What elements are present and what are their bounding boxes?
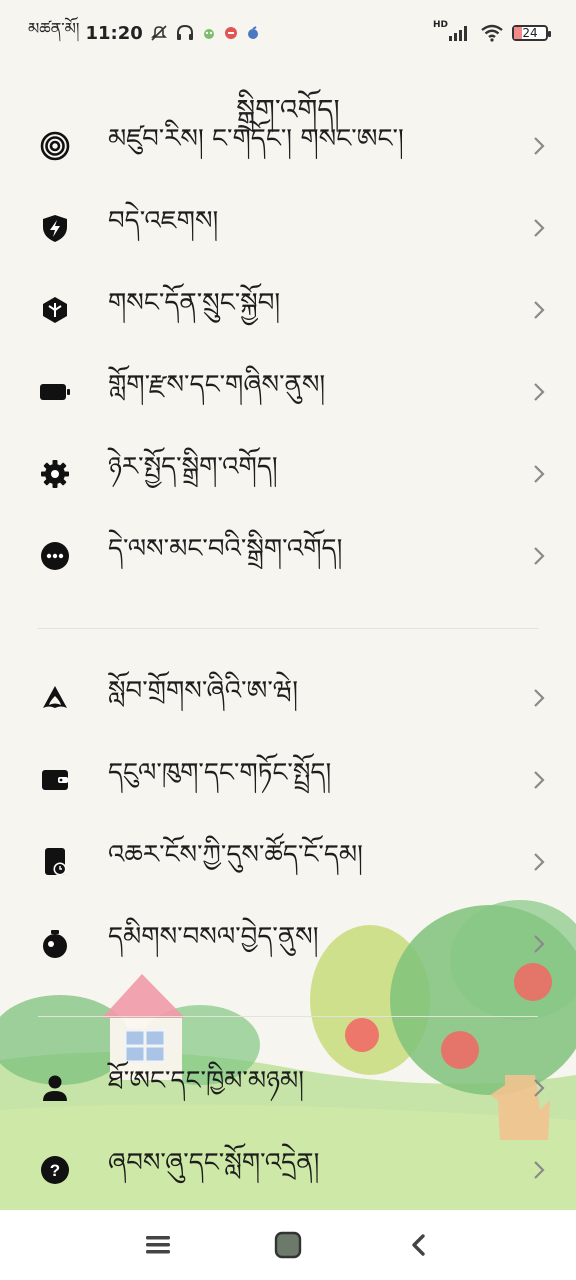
settings-item-label: འཆར་ངོས་ཀྱི་དུས་ཚོད་ངོ་དམ། <box>108 839 363 870</box>
app-notification-icon <box>203 29 214 39</box>
home-button[interactable] <box>273 1230 303 1260</box>
privacy-diamond-icon <box>38 293 72 327</box>
chevron-right-icon <box>534 219 545 237</box>
more-icon <box>38 539 72 573</box>
gear-icon <box>38 457 72 491</box>
settings-item-app-settings[interactable]: ཉེར་སྤྱོད་སྒྲིག་འགོད། <box>0 433 576 515</box>
settings-item-security[interactable]: བདེ་འཇགས། <box>0 187 576 269</box>
app-notification-icon <box>247 26 258 39</box>
wifi-icon <box>481 24 503 42</box>
battery-indicator: 24 <box>512 25 551 41</box>
battery-level-fill <box>514 27 522 39</box>
chevron-right-icon <box>534 1161 545 1179</box>
section-divider <box>38 1016 538 1017</box>
settings-item-battery[interactable]: གློག་རྫས་དང་གཞིས་ནུས། <box>0 351 576 433</box>
settings-item-help-feedback[interactable]: ? ཞབས་ཞུ་དང་སློག་འདྲེན། <box>0 1129 576 1211</box>
settings-item-privacy[interactable]: གསང་དོན་སྲུང་སྐྱོབ། <box>0 269 576 351</box>
help-icon: ? <box>38 1153 72 1187</box>
settings-item-label: བདེ་འཇགས། <box>108 205 219 236</box>
settings-item-label: ཐོ་ཨང་དང་ཁྱིམ་མཉམ། <box>108 1065 305 1096</box>
app-notification-icon <box>224 27 237 39</box>
shield-bolt-icon <box>38 211 72 245</box>
settings-item-label: གསང་དོན་སྲུང་སྐྱོབ། <box>108 287 281 318</box>
battery-percent: 24 <box>522 26 538 40</box>
headphones-icon <box>176 24 193 40</box>
clock: 11:20 <box>85 22 143 44</box>
signal-icon <box>449 26 467 41</box>
settings-item-label: དམིགས་བསལ་བྱེད་ནུས། <box>108 921 319 952</box>
menu-icon <box>146 1236 170 1254</box>
network-type-label: HD <box>432 20 448 30</box>
chevron-right-icon <box>534 689 545 707</box>
settings-item-more-settings[interactable]: དེ་ལས་མང་བའི་སྒྲིག་འགོད། <box>0 515 576 597</box>
settings-item-label: ཉེར་སྤྱོད་སྒྲིག་འགོད། <box>108 451 278 482</box>
status-left: མཚན་མོ། 11:20 <box>28 11 261 56</box>
battery-icon <box>38 375 72 409</box>
back-icon <box>412 1234 425 1256</box>
chevron-right-icon <box>534 383 545 401</box>
chevron-right-icon <box>534 771 545 789</box>
settings-item-wallet[interactable]: དངུལ་ཁུག་དང་གཏོང་སྤྲོད། <box>0 739 576 821</box>
settings-item-label: དངུལ་ཁུག་དང་གཏོང་སྤྲོད། <box>108 757 332 788</box>
status-bar: མཚན་མོ། 11:20 HD 24 <box>0 0 576 66</box>
chevron-right-icon <box>534 1079 545 1097</box>
settings-item-accounts-family[interactable]: ཐོ་ཨང་དང་ཁྱིམ་མཉམ། <box>0 1047 576 1129</box>
back-button[interactable] <box>404 1230 434 1260</box>
chevron-right-icon <box>534 301 545 319</box>
settings-item-label: སློབ་གྲོགས་ཞིའི་ཨ་ཝེ། <box>108 675 298 706</box>
settings-item-special-features[interactable]: དམིགས་བསལ་བྱེད་ནུས། <box>0 903 576 985</box>
settings-item-label: དེ་ལས་མང་བའི་སྒྲིག་འགོད། <box>108 533 343 564</box>
settings-item-screen-time[interactable]: འཆར་ངོས་ཀྱི་དུས་ཚོད་ངོ་དམ། <box>0 821 576 903</box>
settings-item-label: གློག་རྫས་དང་གཞིས་ནུས། <box>108 369 326 400</box>
mute-icon <box>150 25 167 41</box>
carrier-text: མཚན་མོ། <box>28 18 80 38</box>
chevron-right-icon <box>534 935 545 953</box>
menu-button[interactable] <box>143 1230 173 1260</box>
settings-item-label: ཞབས་ཞུ་དང་སློག་འདྲེན། <box>108 1147 320 1178</box>
status-right: HD 24 <box>433 20 551 42</box>
section-divider <box>38 628 538 629</box>
navigation-bar <box>0 1210 576 1280</box>
account-icon <box>38 681 72 715</box>
chevron-right-icon <box>534 853 545 871</box>
wallet-icon <box>38 763 72 797</box>
home-icon <box>274 1231 302 1259</box>
chevron-right-icon <box>534 547 545 565</box>
svg-text:?: ? <box>50 1161 60 1180</box>
screen-time-icon <box>38 845 72 879</box>
settings-item-account[interactable]: སློབ་གྲོགས་ཞིའི་ཨ་ཝེ། <box>0 657 576 739</box>
user-icon <box>38 1071 72 1105</box>
wellbeing-timer-icon <box>38 927 72 961</box>
chevron-right-icon <box>534 465 545 483</box>
page-title: སྒྲིག་འགོད། <box>236 93 340 126</box>
